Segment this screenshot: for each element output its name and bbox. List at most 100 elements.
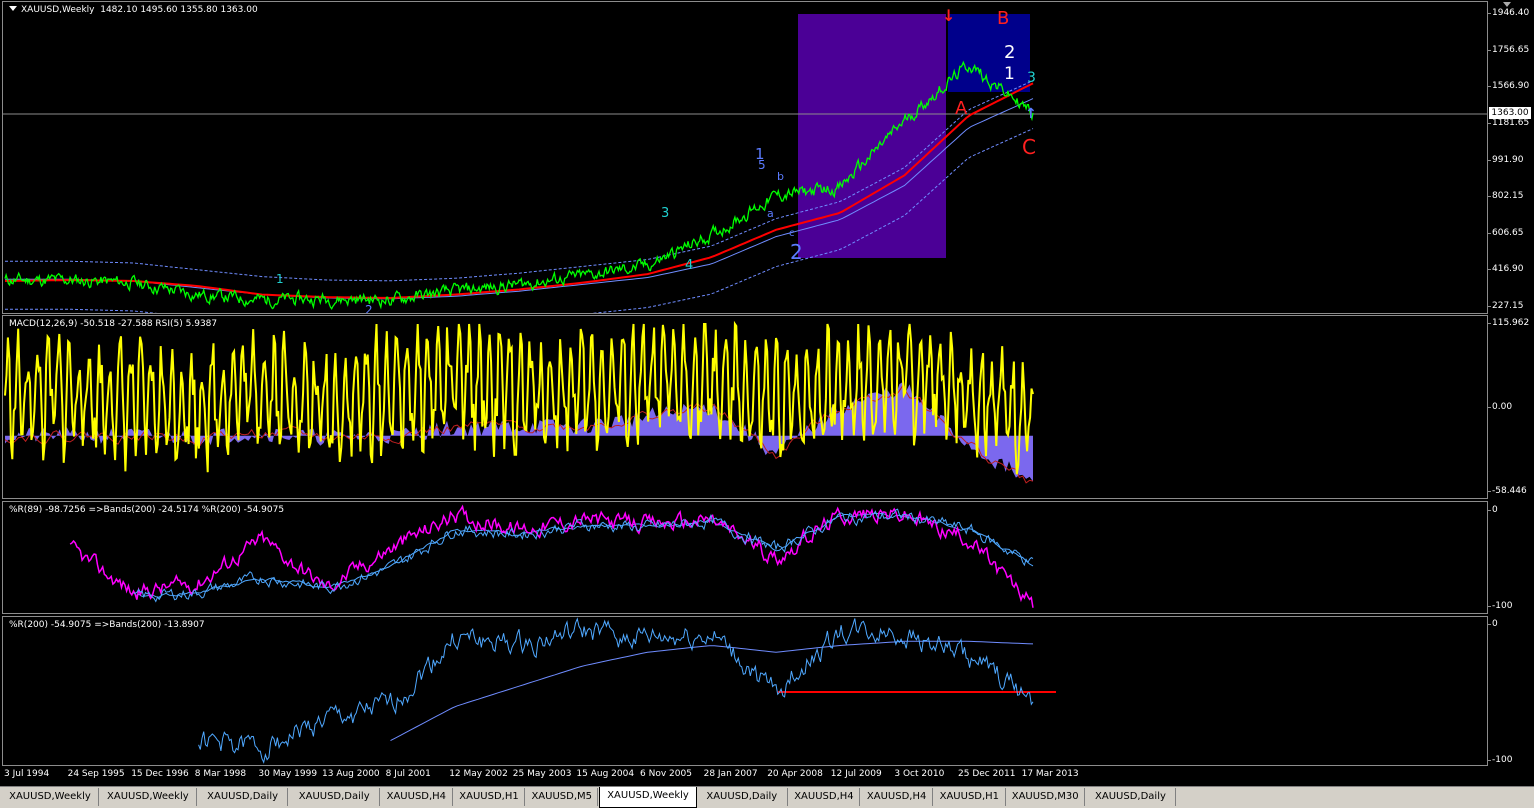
wave-label-1-bottom: 1 bbox=[276, 272, 284, 286]
wave-arrow-up-right: ↑ bbox=[1025, 106, 1037, 122]
chart-tab[interactable]: XAUUSD,H1 bbox=[934, 788, 1006, 806]
y-tick-label: -100 bbox=[1492, 601, 1513, 611]
macd-pane[interactable]: MACD(12,26,9) -50.518 -27.588 RSI(5) 5.9… bbox=[2, 315, 1488, 499]
y-tick-mark bbox=[1488, 232, 1491, 234]
wpr200-main-line bbox=[198, 617, 1034, 764]
y-tick-mark bbox=[1488, 491, 1491, 492]
y-tick-mark bbox=[1488, 407, 1491, 408]
chart-tab[interactable]: XAUUSD,Daily bbox=[1086, 788, 1177, 806]
macd-title: MACD(12,26,9) -50.518 -27.588 RSI(5) 5.9… bbox=[9, 319, 218, 329]
y-tick-mark bbox=[1488, 760, 1491, 761]
chart-tab[interactable]: XAUUSD,M30 bbox=[1007, 788, 1085, 806]
x-tick-label: 15 Dec 1996 bbox=[131, 769, 189, 779]
x-tick-label: 28 Jan 2007 bbox=[703, 769, 758, 779]
wpr200-chart-svg bbox=[198, 617, 1056, 764]
chart-tab[interactable]: XAUUSD,Weekly bbox=[2, 788, 99, 806]
y-tick-label: 1566.90 bbox=[1492, 81, 1530, 92]
y-tick-mark bbox=[1488, 49, 1491, 51]
x-tick-label: 12 Jul 2009 bbox=[830, 769, 882, 779]
y-tick-label: 115.962 bbox=[1492, 318, 1530, 328]
wpr-axis: 0 -100 bbox=[1488, 501, 1534, 614]
macd-axis: 115.962 0.00 -58.446 bbox=[1488, 315, 1534, 499]
x-tick-label: 25 Dec 2011 bbox=[958, 769, 1016, 779]
x-tick-label: 20 Apr 2008 bbox=[767, 769, 823, 779]
chart-tab[interactable]: XAUUSD,M5 bbox=[526, 788, 599, 806]
x-tick-label: 30 May 1999 bbox=[258, 769, 318, 779]
macd-chart-svg bbox=[4, 320, 1034, 484]
wave-label-5: 5 bbox=[758, 158, 766, 172]
wave-label-a-small: a bbox=[767, 207, 774, 220]
wpr200-axis: 0 -100 bbox=[1488, 616, 1534, 766]
x-tick-label: 17 Mar 2013 bbox=[1021, 769, 1079, 779]
wpr200-title: %R(200) -54.9075 =>Bands(200) -13.8907 bbox=[9, 620, 205, 630]
chart-tab[interactable]: XAUUSD,Daily bbox=[289, 788, 380, 806]
chart-tab[interactable]: XAUUSD,H4 bbox=[381, 788, 453, 806]
wave-label-b-small: b bbox=[777, 170, 784, 183]
wave-label-4: 4 bbox=[685, 258, 694, 273]
wpr-title: %R(89) -98.7256 =>Bands(200) -24.5174 %R… bbox=[9, 505, 285, 515]
price-chart-svg bbox=[3, 14, 1487, 313]
wpr89-line bbox=[69, 504, 1034, 608]
wave-label-2: 2 bbox=[790, 240, 803, 264]
y-tick-mark bbox=[1488, 13, 1491, 14]
y-tick-mark bbox=[1488, 323, 1491, 324]
chart-tab[interactable]: XAUUSD,H1 bbox=[454, 788, 526, 806]
wpr200-band-line bbox=[390, 640, 1034, 742]
blue-zone-box bbox=[948, 14, 1030, 92]
wave-label-1-right: 1 bbox=[1004, 64, 1015, 84]
wave-label-2-bottom: 2 bbox=[365, 303, 373, 314]
x-tick-label: 25 May 2003 bbox=[512, 769, 572, 779]
purple-zone-box bbox=[798, 14, 946, 258]
wpr200-pane[interactable]: %R(200) -54.9075 =>Bands(200) -13.8907 bbox=[2, 616, 1488, 766]
wave-label-2-right: 2 bbox=[1004, 42, 1016, 63]
chart-tab[interactable]: XAUUSD,H4 bbox=[789, 788, 861, 806]
y-tick-mark bbox=[1488, 159, 1491, 161]
price-axis: 1946.40 1756.65 1566.90 1181.65 991.90 802.15… bbox=[1488, 1, 1534, 314]
y-tick-mark bbox=[1488, 122, 1491, 124]
wave-top-arrow: ↓ bbox=[942, 6, 956, 25]
y-tick-label: 416.90 bbox=[1492, 264, 1524, 275]
chart-tab[interactable]: XAUUSD,Daily bbox=[198, 788, 289, 806]
collapse-icon[interactable] bbox=[9, 6, 17, 11]
wave-label-c: C bbox=[1022, 135, 1036, 159]
y-tick-label: -58.446 bbox=[1492, 486, 1527, 496]
y-tick-mark bbox=[1488, 306, 1491, 307]
chart-tab[interactable]: XAUUSD,Daily bbox=[697, 788, 788, 806]
scroll-corner-icon[interactable] bbox=[1503, 2, 1511, 7]
y-tick-mark bbox=[1488, 269, 1491, 271]
current-price-badge: 1363.00 bbox=[1489, 107, 1531, 119]
wave-label-c-small: c bbox=[789, 228, 795, 239]
y-tick-label: 991.90 bbox=[1492, 154, 1524, 165]
y-tick-mark bbox=[1488, 196, 1491, 198]
x-tick-label: 13 Aug 2000 bbox=[322, 769, 380, 779]
wpr-pane[interactable]: %R(89) -98.7256 =>Bands(200) -24.5174 %R… bbox=[2, 501, 1488, 614]
wave-label-3: 3 bbox=[661, 206, 670, 221]
y-tick-mark bbox=[1488, 624, 1491, 625]
x-tick-label: 12 May 2002 bbox=[449, 769, 508, 779]
y-tick-label: 802.15 bbox=[1492, 191, 1524, 202]
wave-label-3-right: 3 bbox=[1027, 70, 1036, 86]
x-tick-label: 15 Aug 2004 bbox=[576, 769, 635, 779]
y-tick-mark bbox=[1488, 510, 1491, 511]
wpr-chart-svg bbox=[69, 504, 1034, 608]
chart-title: XAUUSD,Weekly 1482.10 1495.60 1355.80 13… bbox=[9, 5, 258, 15]
chart-tab[interactable]: XAUUSD,H4 bbox=[861, 788, 933, 806]
time-axis: 3 Jul 1994 24 Sep 1995 15 Dec 1996 8 Mar 19… bbox=[2, 766, 1488, 784]
chart-tabs-bar: XAUUSD,Weekly XAUUSD,Weekly XAUUSD,Daily XA… bbox=[0, 786, 1534, 808]
y-tick-label: -100 bbox=[1492, 755, 1513, 765]
y-tick-label: 606.65 bbox=[1492, 227, 1524, 238]
y-tick-label: 227.15 bbox=[1492, 301, 1524, 311]
y-tick-label: 1756.65 bbox=[1492, 44, 1530, 55]
wave-label-a: A bbox=[955, 98, 968, 119]
x-tick-label: 24 Sep 1995 bbox=[67, 769, 125, 779]
x-tick-label: 6 Nov 2005 bbox=[640, 769, 692, 779]
chart-tab[interactable]: XAUUSD,Weekly bbox=[599, 787, 697, 808]
wave-label-b: B bbox=[997, 8, 1010, 29]
chart-tab[interactable]: XAUUSD,Weekly bbox=[100, 788, 197, 806]
wpr200-line bbox=[133, 508, 1034, 603]
y-tick-label: 0.00 bbox=[1492, 402, 1513, 412]
y-tick-mark bbox=[1488, 606, 1491, 607]
x-tick-label: 8 Jul 2001 bbox=[385, 769, 431, 779]
price-pane[interactable]: XAUUSD,Weekly 1482.10 1495.60 1355.80 13… bbox=[2, 1, 1488, 314]
y-tick-label: 0 bbox=[1492, 505, 1498, 515]
